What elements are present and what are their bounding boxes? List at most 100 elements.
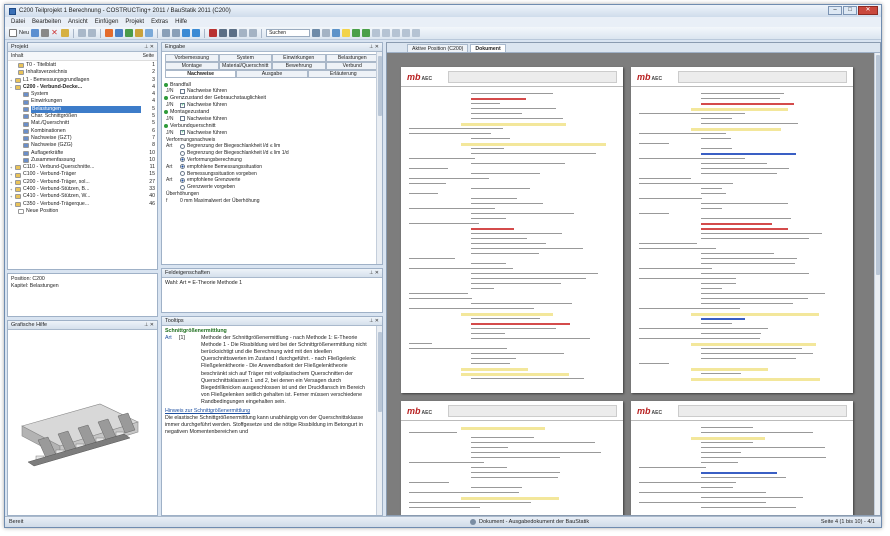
tab-active-position[interactable]: Aktive Position (C200) [407, 44, 469, 52]
tab-ausgabe[interactable]: Ausgabe [236, 70, 308, 78]
checkbox[interactable] [180, 116, 185, 122]
tree-item[interactable]: Belastungen 5 [10, 105, 155, 114]
tree-item[interactable]: Nachweise (GZT) 7 [10, 135, 155, 142]
pin-icon[interactable]: ⊥ ✕ [144, 44, 154, 50]
search-go-icon[interactable] [312, 29, 321, 37]
radio-button[interactable] [180, 157, 185, 163]
tab-dokument[interactable]: Dokument [470, 44, 506, 52]
hint-link[interactable]: Hinweis zur Schnittgrößenermittlung [165, 408, 373, 415]
checkbox[interactable] [180, 102, 185, 108]
tab-vorbemessung[interactable]: Vorbemessung [165, 54, 219, 62]
compare-icon[interactable] [372, 29, 381, 37]
section-header[interactable]: Montagezustand [162, 109, 382, 116]
tree-item[interactable]: + C100 - Verbund-Träger 15 [10, 171, 155, 178]
radio-button[interactable] [180, 164, 185, 170]
help-icon[interactable] [412, 29, 421, 37]
tree-item[interactable]: System 4 [10, 91, 155, 98]
undo-icon[interactable] [78, 29, 87, 37]
document-scrollbar[interactable] [874, 53, 880, 515]
tree-item[interactable]: + L1 - Bemessungsgrundlagen 3 [10, 77, 155, 84]
edit-icon[interactable] [332, 29, 341, 37]
chapter-icon[interactable] [135, 29, 144, 37]
new-button-label[interactable]: Neu [19, 30, 29, 36]
section-header[interactable]: Grenzzustand der Gebrauchstauglichkeit [162, 95, 382, 102]
radio-button[interactable] [180, 150, 185, 156]
radio-button[interactable] [180, 184, 185, 190]
menu-ansicht[interactable]: Ansicht [68, 19, 88, 25]
next-icon[interactable] [402, 29, 411, 37]
tab-montage[interactable]: Montage [165, 62, 219, 70]
input-pin-icon[interactable]: ⊥ ✕ [369, 44, 379, 50]
position-icon[interactable] [105, 29, 114, 37]
close-button[interactable]: ✕ [858, 6, 878, 15]
section-toggle-icon[interactable] [164, 110, 168, 115]
fieldprops-pin-icon[interactable]: ⊥ ✕ [369, 270, 379, 276]
radio-button[interactable] [180, 143, 185, 149]
copy-icon[interactable] [145, 29, 154, 37]
tab-belastungen[interactable]: Belastungen [325, 54, 379, 62]
filter-icon[interactable] [322, 29, 331, 37]
tab-material-querschnitt[interactable]: Material/Querschnitt [218, 62, 272, 70]
tab-erl-uterung[interactable]: Erläuterung [307, 70, 379, 78]
section-header[interactable]: Brandfall [162, 81, 382, 88]
check-icon[interactable] [352, 29, 361, 37]
paste-icon[interactable] [172, 29, 181, 37]
open-folder-icon[interactable] [61, 29, 70, 37]
zoom-out-icon[interactable] [229, 29, 238, 37]
highlight-icon[interactable] [342, 29, 351, 37]
tab-system[interactable]: System [218, 54, 272, 62]
section-toggle-icon[interactable] [164, 82, 168, 87]
grid-icon[interactable] [249, 29, 258, 37]
maximize-button[interactable]: □ [843, 6, 857, 15]
cut-icon[interactable] [162, 29, 171, 37]
menu-projekt[interactable]: Projekt [125, 19, 144, 25]
tree-item[interactable]: Inhaltsverzeichnis 2 [10, 69, 155, 76]
menu-hilfe[interactable]: Hilfe [175, 19, 187, 25]
new-document-icon[interactable] [9, 29, 17, 37]
checkbox[interactable] [180, 88, 185, 94]
tab-bewehrung[interactable]: Bewehrung [272, 62, 326, 70]
section-header[interactable]: Verbundquerschnitt [162, 122, 382, 129]
grid-green-icon[interactable] [362, 29, 371, 37]
tree-item[interactable]: Kombinationen 6 [10, 128, 155, 135]
tree-item[interactable]: + C350 - Verbund-Trägerque... 46 [10, 201, 155, 208]
document-viewer[interactable]: mbAEC mbAEC mbAEC mbAEC [387, 53, 880, 515]
close-doc-icon[interactable] [382, 29, 391, 37]
tree-item[interactable]: Zusammenfassung 10 [10, 157, 155, 164]
delete-icon[interactable]: ✕ [51, 29, 59, 37]
input-scrollbar[interactable] [376, 52, 382, 264]
tooltips-scrollbar[interactable] [376, 326, 382, 515]
tab-nachweise[interactable]: Nachweise [165, 70, 237, 78]
checkbox[interactable] [180, 129, 185, 136]
section-toggle-icon[interactable] [164, 123, 168, 128]
tab-verbund[interactable]: Verbund [325, 62, 379, 70]
insert-icon[interactable] [115, 29, 124, 37]
radio-button[interactable] [180, 177, 185, 183]
menu-bearbeiten[interactable]: Bearbeiten [32, 19, 61, 25]
tree-item[interactable]: T0 - Titelblatt 1 [10, 62, 155, 69]
calculate-icon[interactable] [125, 29, 134, 37]
print-preview-icon[interactable] [209, 29, 218, 37]
tree-item[interactable]: + C400 - Verbund-Stützen, B... 33 [10, 186, 155, 193]
table-icon[interactable] [239, 29, 248, 37]
section-toggle-icon[interactable] [164, 96, 168, 101]
menu-datei[interactable]: Datei [11, 19, 25, 25]
tree-item[interactable]: Einwirkungen 4 [10, 98, 155, 105]
minimize-button[interactable]: – [828, 6, 842, 15]
tree-item[interactable]: + C110 - Verbund-Querschnitte... 11 [10, 164, 155, 171]
tree-item[interactable]: + C200 - Verbund-Träger, sol... 27 [10, 179, 155, 186]
redo-icon[interactable] [88, 29, 97, 37]
graphics-pin-icon[interactable]: ⊥ ✕ [144, 322, 154, 328]
tooltips-pin-icon[interactable]: ⊥ ✕ [369, 318, 379, 324]
tab-einwirkungen[interactable]: Einwirkungen [272, 54, 326, 62]
menu-einfuegen[interactable]: Einfügen [95, 19, 119, 25]
tree-item[interactable]: Nachweise (GZG) 8 [10, 142, 155, 149]
search-input[interactable]: Suchen [266, 29, 311, 37]
tree-item[interactable]: Neue Position [10, 208, 155, 215]
tree-item[interactable]: Mat./Querschnitt 5 [10, 120, 155, 127]
tree-item[interactable]: Char. Schnittgrößen 5 [10, 113, 155, 120]
tree-item[interactable]: + C410 - Verbund-Stützen, W... 40 [10, 193, 155, 200]
tree-item[interactable]: Auflagerkräfte 10 [10, 150, 155, 157]
view-icon[interactable] [192, 29, 201, 37]
tree-item[interactable]: − C200 - Verbund-Decke... 4 [10, 84, 155, 91]
